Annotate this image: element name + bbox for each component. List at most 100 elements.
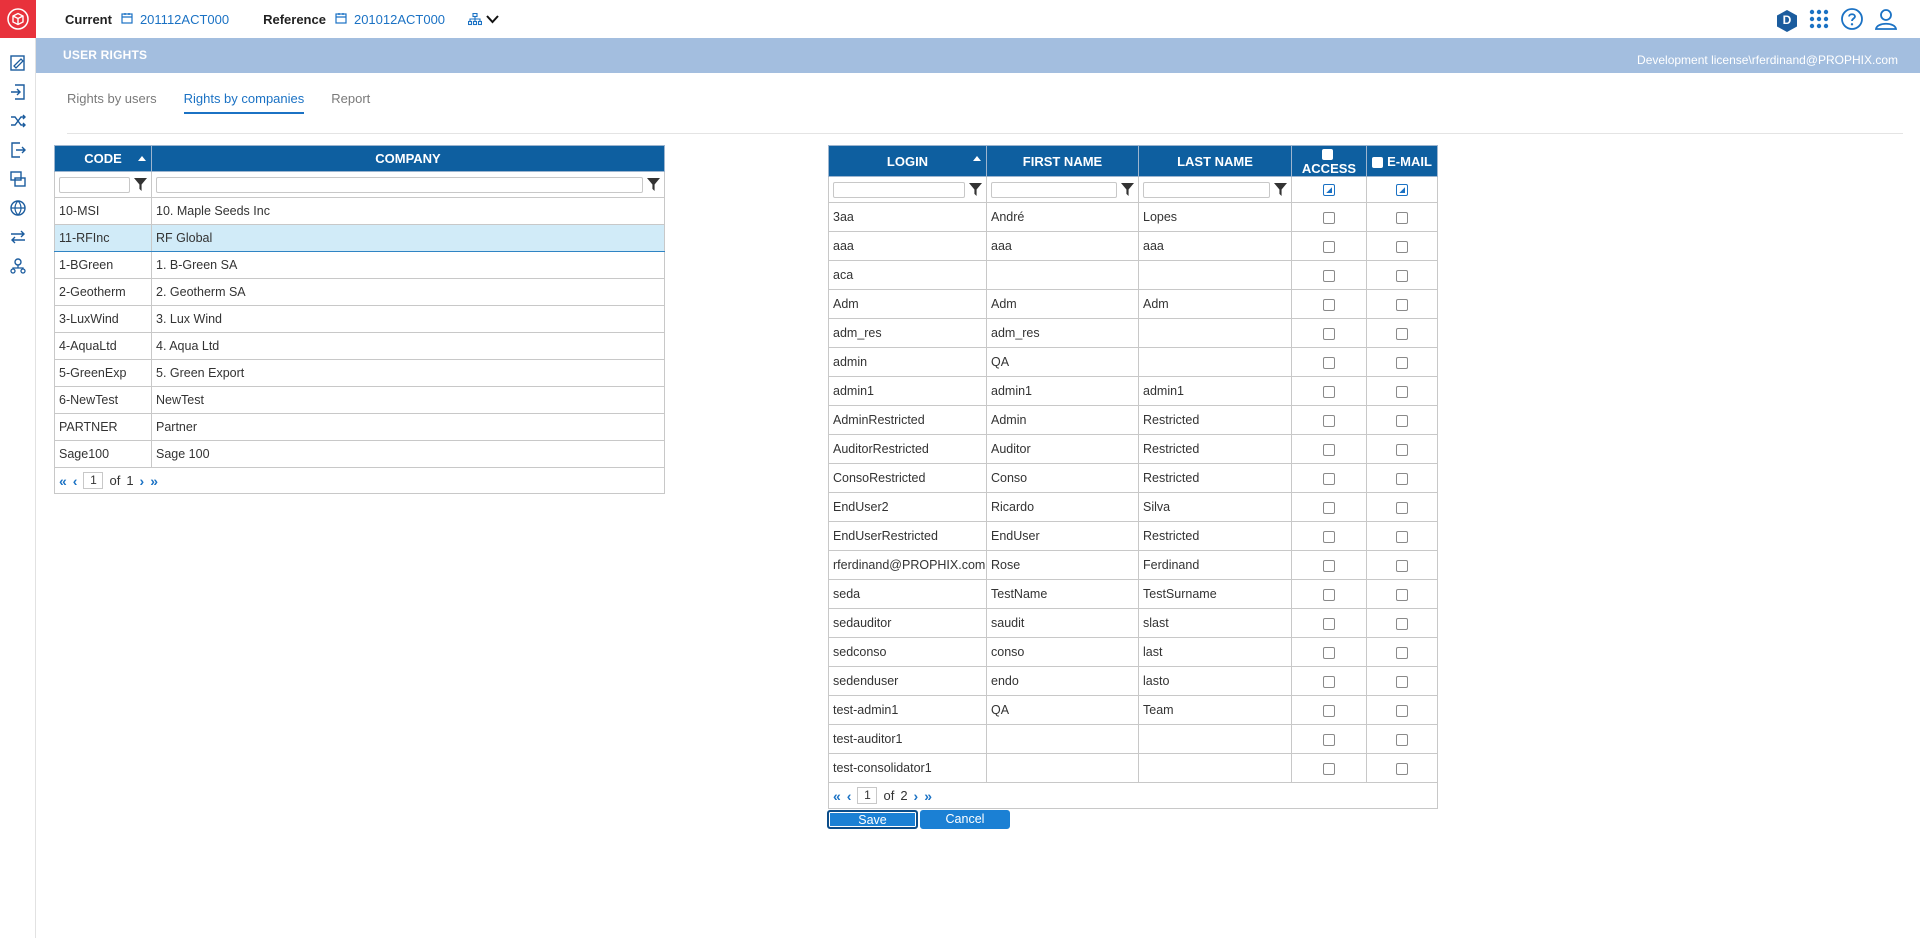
access-checkbox[interactable] <box>1323 298 1335 311</box>
access-checkbox[interactable] <box>1323 530 1335 543</box>
company-row[interactable]: 6-NewTest NewTest <box>54 386 665 414</box>
first-page-icon[interactable]: « <box>59 474 67 488</box>
current-period-link[interactable]: 201112ACT000 <box>140 12 229 27</box>
calendar-icon[interactable] <box>335 12 347 27</box>
page-number-input[interactable]: 1 <box>857 787 878 804</box>
last-name-filter-input[interactable] <box>1143 181 1270 198</box>
access-checkbox[interactable] <box>1323 327 1335 340</box>
email-checkbox[interactable] <box>1396 269 1408 282</box>
login-filter-input[interactable] <box>833 181 965 198</box>
select-all-email-checkbox[interactable] <box>1372 156 1384 168</box>
tab-report[interactable]: Report <box>331 91 370 114</box>
access-checkbox[interactable] <box>1323 704 1335 717</box>
help-icon[interactable] <box>1840 7 1864 34</box>
access-checkbox[interactable] <box>1323 356 1335 369</box>
email-checkbox[interactable] <box>1396 298 1408 311</box>
apps-grid-icon[interactable] <box>1808 8 1830 33</box>
app-logo-icon[interactable] <box>0 0 36 38</box>
access-checkbox[interactable] <box>1323 559 1335 572</box>
company-row[interactable]: 4-AquaLtd 4. Aqua Ltd <box>54 332 665 360</box>
email-checkbox[interactable] <box>1396 704 1408 717</box>
import-icon[interactable] <box>0 77 36 106</box>
access-checkbox[interactable] <box>1323 675 1335 688</box>
email-checkbox[interactable] <box>1396 646 1408 659</box>
select-all-access-checkbox[interactable] <box>1321 149 1333 161</box>
users-tree-icon[interactable] <box>0 251 36 280</box>
access-checkbox[interactable] <box>1323 385 1335 398</box>
company-row[interactable]: Sage100 Sage 100 <box>54 440 665 468</box>
access-checkbox[interactable] <box>1323 269 1335 282</box>
first-page-icon[interactable]: « <box>833 789 841 803</box>
email-checkbox[interactable] <box>1396 414 1408 427</box>
company-row[interactable]: 1-BGreen 1. B-Green SA <box>54 251 665 279</box>
save-button[interactable]: Save <box>827 810 918 829</box>
access-checkbox[interactable] <box>1323 501 1335 514</box>
email-filter-checkbox[interactable] <box>1396 184 1408 197</box>
last-page-icon[interactable]: » <box>924 789 932 803</box>
code-column-header[interactable]: CODE <box>54 145 152 172</box>
access-checkbox[interactable] <box>1323 240 1335 253</box>
edit-sheet-icon[interactable] <box>0 48 36 77</box>
code-filter-input[interactable] <box>59 176 130 193</box>
email-checkbox[interactable] <box>1396 530 1408 543</box>
email-checkbox[interactable] <box>1396 240 1408 253</box>
email-checkbox[interactable] <box>1396 385 1408 398</box>
company-row[interactable]: 2-Geotherm 2. Geotherm SA <box>54 278 665 306</box>
company-row[interactable]: 11-RFInc RF Global <box>54 224 665 252</box>
reference-period-link[interactable]: 201012ACT000 <box>354 12 445 27</box>
email-checkbox[interactable] <box>1396 501 1408 514</box>
company-row[interactable]: PARTNER Partner <box>54 413 665 441</box>
calendar-icon[interactable] <box>121 12 133 27</box>
email-checkbox[interactable] <box>1396 472 1408 485</box>
email-checkbox[interactable] <box>1396 733 1408 746</box>
access-checkbox[interactable] <box>1323 617 1335 630</box>
email-checkbox[interactable] <box>1396 356 1408 369</box>
access-checkbox[interactable] <box>1323 588 1335 601</box>
last-page-icon[interactable]: » <box>150 474 158 488</box>
email-checkbox[interactable] <box>1396 617 1408 630</box>
filter-icon[interactable] <box>969 183 982 196</box>
access-checkbox[interactable] <box>1323 646 1335 659</box>
company-row[interactable]: 10-MSI 10. Maple Seeds Inc <box>54 197 665 225</box>
access-checkbox[interactable] <box>1323 733 1335 746</box>
shuffle-icon[interactable] <box>0 106 36 135</box>
company-column-header[interactable]: COMPANY <box>151 145 665 172</box>
transfer-icon[interactable] <box>0 222 36 251</box>
last-name-column-header[interactable]: LAST NAME <box>1138 145 1292 177</box>
filter-icon[interactable] <box>1121 183 1134 196</box>
email-checkbox[interactable] <box>1396 559 1408 572</box>
email-checkbox[interactable] <box>1396 327 1408 340</box>
next-page-icon[interactable]: › <box>914 789 919 803</box>
page-number-input[interactable]: 1 <box>83 472 104 489</box>
company-row[interactable]: 3-LuxWind 3. Lux Wind <box>54 305 665 333</box>
previous-page-icon[interactable]: ‹ <box>847 789 852 803</box>
email-checkbox[interactable] <box>1396 588 1408 601</box>
email-checkbox[interactable] <box>1396 762 1408 775</box>
access-checkbox[interactable] <box>1323 472 1335 485</box>
next-page-icon[interactable]: › <box>140 474 145 488</box>
structure-dropdown[interactable] <box>468 12 499 26</box>
access-filter-checkbox[interactable] <box>1323 184 1335 197</box>
company-row[interactable]: 5-GreenExp 5. Green Export <box>54 359 665 387</box>
login-column-header[interactable]: LOGIN <box>828 145 987 177</box>
email-checkbox[interactable] <box>1396 211 1408 224</box>
user-profile-icon[interactable] <box>1874 7 1898 34</box>
first-name-column-header[interactable]: FIRST NAME <box>986 145 1139 177</box>
access-checkbox[interactable] <box>1323 414 1335 427</box>
first-name-filter-input[interactable] <box>991 181 1117 198</box>
access-checkbox[interactable] <box>1323 443 1335 456</box>
filter-icon[interactable] <box>647 178 660 191</box>
cancel-button[interactable]: Cancel <box>920 810 1010 829</box>
tab-rights-by-companies[interactable]: Rights by companies <box>183 91 305 114</box>
layers-icon[interactable] <box>0 164 36 193</box>
access-checkbox[interactable] <box>1323 762 1335 775</box>
filter-icon[interactable] <box>1274 183 1287 196</box>
export-icon[interactable] <box>0 135 36 164</box>
filter-icon[interactable] <box>134 178 147 191</box>
email-checkbox[interactable] <box>1396 675 1408 688</box>
globe-icon[interactable] <box>0 193 36 222</box>
tab-rights-by-users[interactable]: Rights by users <box>67 91 157 114</box>
access-checkbox[interactable] <box>1323 211 1335 224</box>
email-checkbox[interactable] <box>1396 443 1408 456</box>
company-filter-input[interactable] <box>156 176 643 193</box>
